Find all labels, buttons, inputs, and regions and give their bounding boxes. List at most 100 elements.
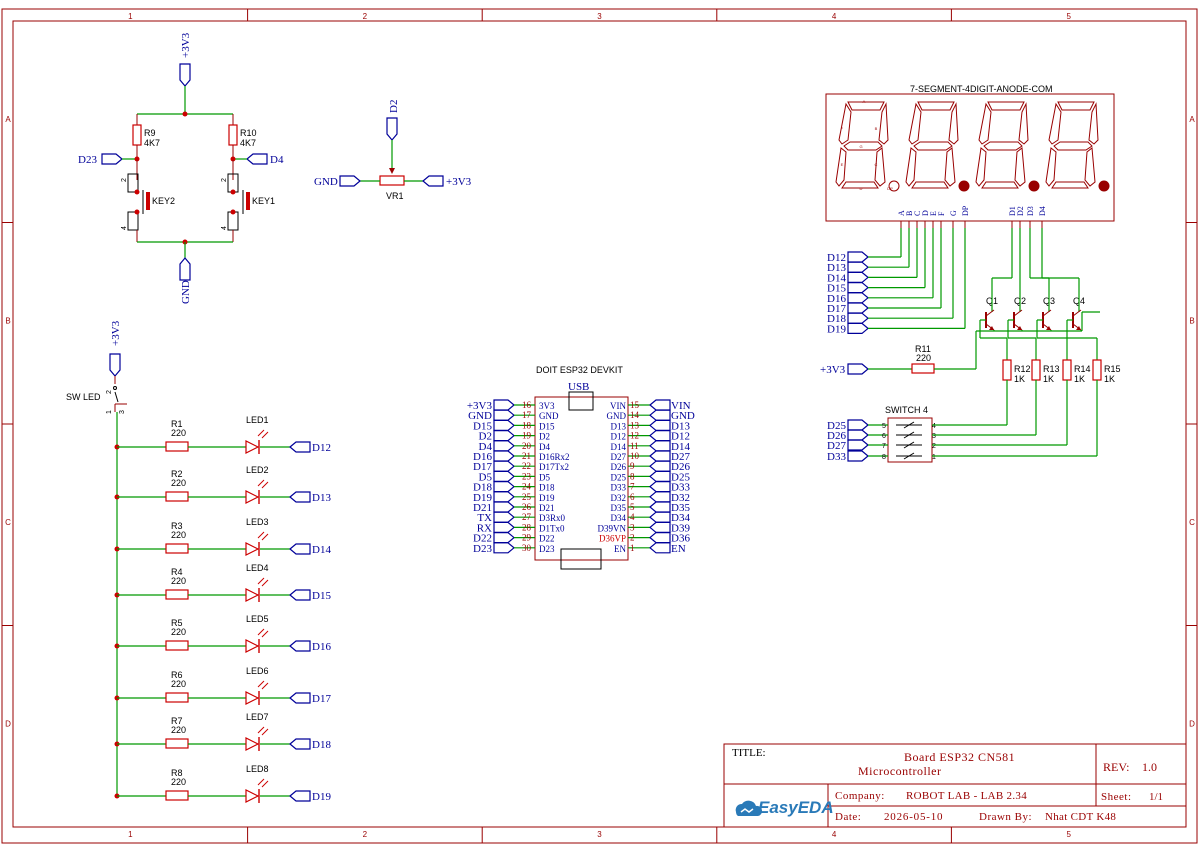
tb-rev: 1.0	[1142, 760, 1157, 774]
led-net-flag	[289, 441, 311, 453]
digit	[905, 101, 970, 192]
tb-rev-label: REV:	[1103, 760, 1129, 774]
led-net-label: D13	[312, 492, 331, 504]
esp-right-pin-num: 12	[630, 431, 639, 441]
led-net-flag	[289, 589, 311, 601]
col-marker-top: 2	[363, 12, 368, 21]
esp-left-pin-label: GND	[539, 411, 559, 421]
led-symbol	[245, 588, 260, 602]
esp-left-net-flag	[493, 511, 515, 523]
esp-left-net-flag	[493, 531, 515, 544]
esp-right-net-flag	[649, 409, 671, 421]
digit	[1045, 101, 1110, 192]
esp-left-pin-num: 28	[522, 522, 532, 532]
esp-left-net-flag	[493, 450, 515, 462]
esp-right-pin-num: 11	[630, 441, 639, 451]
led-net-label: D16	[312, 641, 331, 653]
esp-left-pin-num: 22	[522, 461, 531, 471]
d23-flag	[101, 153, 123, 165]
esp-right-net-flag	[649, 511, 671, 523]
r9-body	[132, 124, 142, 146]
led-symbol	[245, 542, 260, 556]
base-res-val: 1K	[1014, 374, 1025, 384]
led-net-flag	[289, 692, 311, 704]
segment-net-flag	[847, 292, 869, 304]
segment-net-flag	[847, 271, 869, 283]
r10-ref: R10	[240, 128, 257, 138]
row-marker-right: A	[1189, 115, 1195, 124]
segment-letter: D	[860, 186, 863, 191]
base-resistor	[1031, 359, 1041, 381]
r11-net-label: +3V3	[820, 364, 846, 376]
key1-button	[246, 192, 250, 210]
esp-left-pin-label: D23	[539, 544, 555, 554]
key1-label: KEY1	[252, 196, 275, 206]
tb-sheet: 1/1	[1149, 791, 1163, 803]
esp-left-net-flag	[493, 430, 515, 442]
switch4-net-flag	[847, 439, 869, 451]
led-row: R1220LED1D12	[114, 415, 331, 454]
transistor: Q2R131K	[1007, 228, 1060, 384]
esp-right-pin-label: VIN	[610, 401, 626, 411]
esp-right-pin-label: D33	[611, 483, 627, 493]
led-symbol	[245, 691, 260, 705]
led-ref: LED3	[246, 517, 269, 527]
esp-right-net-flag	[649, 501, 671, 513]
esp-left-pin-num: 29	[522, 533, 532, 543]
esp-right-net-flag	[649, 430, 671, 442]
v33-flag-top	[179, 63, 191, 87]
tb-title-line1: Board ESP32 CN581	[904, 750, 1015, 764]
esp-right-pin-label: D13	[611, 421, 627, 431]
esp-left-pin-num: 24	[522, 482, 532, 492]
esp-right-pin-num: 2	[630, 533, 635, 543]
switch4-pin-right: 3	[932, 433, 936, 440]
led-symbol	[245, 639, 260, 653]
base-res-ref: R12	[1014, 364, 1031, 374]
led-symbol	[245, 440, 260, 454]
tb-drawn-label: Drawn By:	[979, 811, 1032, 823]
esp-right-pin-num: 14	[630, 410, 640, 420]
switch4-pin-right: 2	[932, 443, 936, 450]
esp-right-pin-num: 15	[630, 400, 640, 410]
led-array: R1220LED1D12R2220LED2D13R3220LED3D14R422…	[114, 415, 331, 803]
esp-right-pin-label: D35	[611, 503, 627, 513]
led-net-label: D14	[312, 544, 331, 556]
usb-connector	[568, 391, 594, 411]
led-row: R4220LED4D15	[114, 563, 331, 602]
r10-val: 4K7	[240, 138, 256, 148]
esp-right-pin-num: 9	[630, 461, 635, 471]
segment-letter: C	[875, 162, 878, 167]
segment-pin: G	[949, 210, 958, 216]
transistor: Q1R121K	[979, 228, 1031, 384]
transistor: Q4R151K	[1041, 228, 1121, 384]
potentiometer-vr1: D2 GND +3V3 VR1	[314, 100, 472, 201]
base-resistor	[1002, 359, 1012, 381]
switch4-row: D27 7 2	[827, 380, 1068, 452]
row-marker-left: D	[5, 719, 11, 728]
digit	[975, 101, 1040, 192]
esp-left-pin-num: 30	[522, 543, 532, 553]
resistor-body	[165, 738, 189, 749]
usb-label: USB	[568, 381, 589, 393]
row-marker-left: A	[5, 115, 11, 124]
tb-company-label: Company:	[835, 790, 885, 802]
led-ref: LED4	[246, 563, 269, 573]
switch4-net-flag	[847, 450, 869, 462]
switch4-row: D33 8 1	[827, 380, 1098, 463]
esp-right-net-flag	[649, 460, 671, 472]
pot-ref: VR1	[386, 191, 404, 201]
switch4-pin-right: 4	[932, 423, 936, 430]
esp-right-pin-label: D32	[611, 493, 627, 503]
esp-left-pin-label: D16Rx2	[539, 452, 570, 462]
segment-letter: B	[875, 126, 878, 131]
esp-left-pin-label: D21	[539, 503, 555, 513]
esp-right-net-flag	[649, 399, 671, 411]
resistor-value: 220	[171, 478, 186, 488]
col-marker-bottom: 1	[128, 830, 133, 839]
digit-pin: D2	[1016, 206, 1025, 216]
key-section: +3V3 R9 4K7 R10 4K7 D23 D4 KEY2 2 4 KEY1…	[78, 32, 284, 304]
resistor-value: 220	[171, 777, 186, 787]
esp-left-net-flag	[493, 399, 515, 411]
esp-right-pin-label: D25	[611, 472, 627, 482]
led-ref: LED1	[246, 415, 269, 425]
